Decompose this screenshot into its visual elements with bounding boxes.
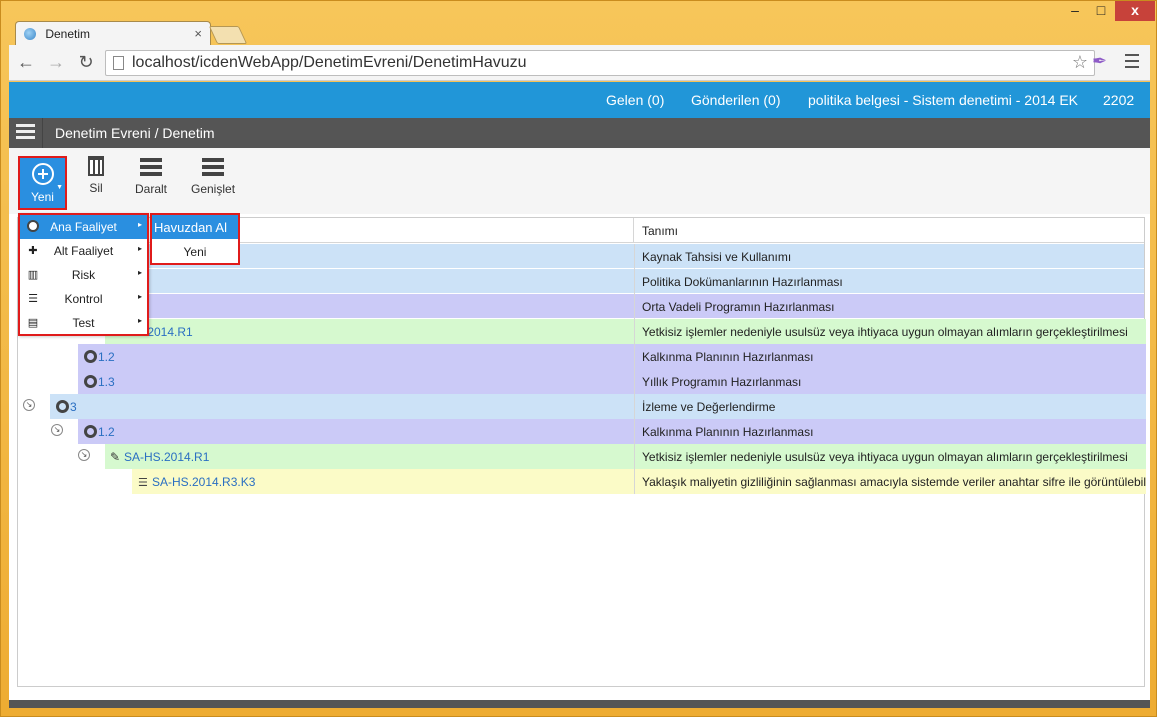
list-expand-icon xyxy=(202,158,224,176)
action-toolbar: Yeni ▼ Sil Daralt Genişlet xyxy=(9,148,1150,214)
menu-item-label: Risk xyxy=(71,268,96,282)
new-button[interactable]: Yeni ▼ xyxy=(18,156,67,210)
menu-item-label: Alt Faaliyet xyxy=(53,244,114,258)
row-description: Kalkınma Planının Hazırlanması xyxy=(634,344,1146,369)
control-list-icon: ☰ xyxy=(138,477,148,489)
row-description: İzleme ve Değerlendirme xyxy=(634,394,1146,419)
year-label[interactable]: 2202 xyxy=(1103,92,1134,108)
hamburger-menu-icon[interactable] xyxy=(9,118,43,148)
trash-icon xyxy=(88,156,104,176)
audit-tree-grid: Tanımı Kaynak Tahsisi ve Kullanımı Polit… xyxy=(17,217,1146,687)
expand-button[interactable]: Genişlet xyxy=(191,156,235,196)
submenu-arrow-icon: ▸ xyxy=(137,292,142,301)
submenu-arrow-icon: ▸ xyxy=(137,220,142,229)
breadcrumb: Denetim Evreni / Denetim xyxy=(55,125,215,141)
maximize-button[interactable]: □ xyxy=(1088,1,1114,21)
table-row[interactable]: ✎S.2014.R1 Yetkisiz işlemler nedeniyle u… xyxy=(18,319,1146,344)
bookmark-star-icon[interactable]: ☆ xyxy=(1072,52,1088,73)
gear-icon xyxy=(56,400,69,413)
table-row[interactable]: ↘ 1.2 Kalkınma Planının Hazırlanması xyxy=(18,419,1146,444)
table-row[interactable]: ↘ ✎ SA-HS.2014.R1 Yetkisiz işlemler neden… xyxy=(18,444,1146,469)
tab-close-icon[interactable]: × xyxy=(194,26,202,41)
page-viewport: Gelen (0) Gönderilen (0) politika belges… xyxy=(9,82,1150,708)
row-description: Kaynak Tahsisi ve Kullanımı xyxy=(634,244,1146,269)
table-row[interactable]: Orta Vadeli Programın Hazırlanması xyxy=(18,294,1144,319)
browser-toolbar: ← → ↻ localhost/icdenWebApp/DenetimEvren… xyxy=(9,45,1150,81)
submenu-arrow-icon: ▸ xyxy=(137,244,142,253)
row-code[interactable]: ☰ SA-HS.2014.R3.K3 xyxy=(138,469,255,494)
url-text: localhost/icdenWebApp/DenetimEvreni/Dene… xyxy=(132,54,527,71)
new-tab-button[interactable] xyxy=(208,26,248,44)
main-activity-submenu: Havuzdan Al Yeni xyxy=(150,213,240,265)
row-description: Yetkisiz işlemler nedeniyle usulsüz veya… xyxy=(634,319,1146,344)
dropdown-caret-icon: ▼ xyxy=(56,184,63,191)
forward-arrow-icon[interactable]: → xyxy=(45,52,67,72)
table-row[interactable]: Politika Dokümanlarının Hazırlanması xyxy=(18,269,1144,294)
menu-item-label: Test xyxy=(72,316,95,330)
expand-toggle-icon[interactable]: ↘ xyxy=(78,449,90,461)
tab-title: Denetim xyxy=(45,27,91,41)
context-link[interactable]: politika belgesi - Sistem denetimi - 201… xyxy=(808,92,1078,108)
menu-item-sub-activity[interactable]: ✚ Alt Faaliyet ▸ xyxy=(20,239,147,263)
breadcrumb-bar: Denetim Evreni / Denetim xyxy=(9,118,1150,148)
browser-tab[interactable]: Denetim × xyxy=(15,21,211,47)
plus-circle-icon xyxy=(31,163,54,185)
gear-icon xyxy=(84,375,97,388)
row-description: Yetkisiz işlemler nedeniyle usulsüz veya… xyxy=(634,444,1146,469)
from-pool-menu-item[interactable]: Havuzdan Al xyxy=(152,215,238,239)
collapse-button[interactable]: Daralt xyxy=(133,156,169,196)
feather-extension-icon[interactable]: ✒ xyxy=(1092,51,1107,72)
row-description: Yıllık Programın Hazırlanması xyxy=(634,369,1146,394)
row-description: Orta Vadeli Programın Hazırlanması xyxy=(634,294,1146,319)
delete-button[interactable]: Sil xyxy=(85,156,107,195)
delete-button-label: Sil xyxy=(89,181,103,195)
inbox-link[interactable]: Gelen (0) xyxy=(606,92,664,108)
row-code[interactable]: 1.2 xyxy=(84,419,115,444)
horizontal-scrollbar[interactable] xyxy=(9,700,1150,708)
row-code[interactable]: ✎ SA-HS.2014.R1 xyxy=(110,444,209,469)
menu-item-test[interactable]: ▤ Test ▸ xyxy=(20,311,147,335)
description-column-header[interactable]: Tanımı xyxy=(642,224,678,238)
new-button-label: Yeni xyxy=(31,190,54,204)
table-row[interactable]: ↘ 3 İzleme ve Değerlendirme xyxy=(18,394,1146,419)
row-description: Politika Dokümanlarının Hazırlanması xyxy=(634,269,1146,294)
menu-item-label: Ana Faaliyet xyxy=(50,220,117,234)
minimize-button[interactable]: – xyxy=(1062,1,1088,21)
reload-icon[interactable]: ↻ xyxy=(75,52,97,72)
sent-link[interactable]: Gönderilen (0) xyxy=(691,92,781,108)
menu-item-control[interactable]: ☰ Kontrol ▸ xyxy=(20,287,147,311)
row-description: Kalkınma Planının Hazırlanması xyxy=(634,419,1146,444)
back-arrow-icon[interactable]: ← xyxy=(15,52,37,72)
menu-item-label: Kontrol xyxy=(64,292,103,306)
close-window-button[interactable]: x xyxy=(1115,1,1155,21)
row-description: Yaklaşık maliyetin gizliliğinin sağlanma… xyxy=(634,469,1146,494)
new-dropdown-menu: Ana Faaliyet ▸ ✚ Alt Faaliyet ▸ ▥ Risk ▸… xyxy=(18,213,149,336)
row-code[interactable]: 1.2 xyxy=(84,344,115,369)
collapse-button-label: Daralt xyxy=(134,182,167,196)
page-icon xyxy=(113,56,124,70)
list-collapse-icon xyxy=(140,158,162,176)
title-bar: Denetim × – □ x xyxy=(1,1,1156,47)
top-nav-bar: Gelen (0) Gönderilen (0) politika belges… xyxy=(9,82,1150,118)
risk-icon: ✎ xyxy=(110,450,121,464)
table-row[interactable]: 1.3 Yıllık Programın Hazırlanması xyxy=(18,369,1146,394)
gear-icon xyxy=(84,350,97,363)
table-row[interactable]: 1.2 Kalkınma Planının Hazırlanması xyxy=(18,344,1146,369)
expand-button-label: Genişlet xyxy=(191,182,236,196)
table-row[interactable]: ☰ SA-HS.2014.R3.K3 Yaklaşık maliyetin giz… xyxy=(18,469,1146,494)
expand-toggle-icon[interactable]: ↘ xyxy=(51,424,63,436)
submenu-arrow-icon: ▸ xyxy=(137,316,142,325)
new-menu-item[interactable]: Yeni xyxy=(152,239,238,263)
row-code[interactable]: 3 xyxy=(56,394,77,419)
chrome-favicon-icon xyxy=(24,28,36,40)
gear-icon xyxy=(84,425,97,438)
chrome-menu-icon[interactable] xyxy=(1125,54,1139,72)
row-code[interactable]: 1.3 xyxy=(84,369,115,394)
submenu-arrow-icon: ▸ xyxy=(137,268,142,277)
browser-window: Denetim × – □ x ← → ↻ localhost/icdenWeb… xyxy=(0,0,1157,717)
menu-item-risk[interactable]: ▥ Risk ▸ xyxy=(20,263,147,287)
address-bar[interactable]: localhost/icdenWebApp/DenetimEvreni/Dene… xyxy=(105,50,1095,76)
menu-item-main-activity[interactable]: Ana Faaliyet ▸ xyxy=(20,215,147,239)
expand-toggle-icon[interactable]: ↘ xyxy=(23,399,35,411)
